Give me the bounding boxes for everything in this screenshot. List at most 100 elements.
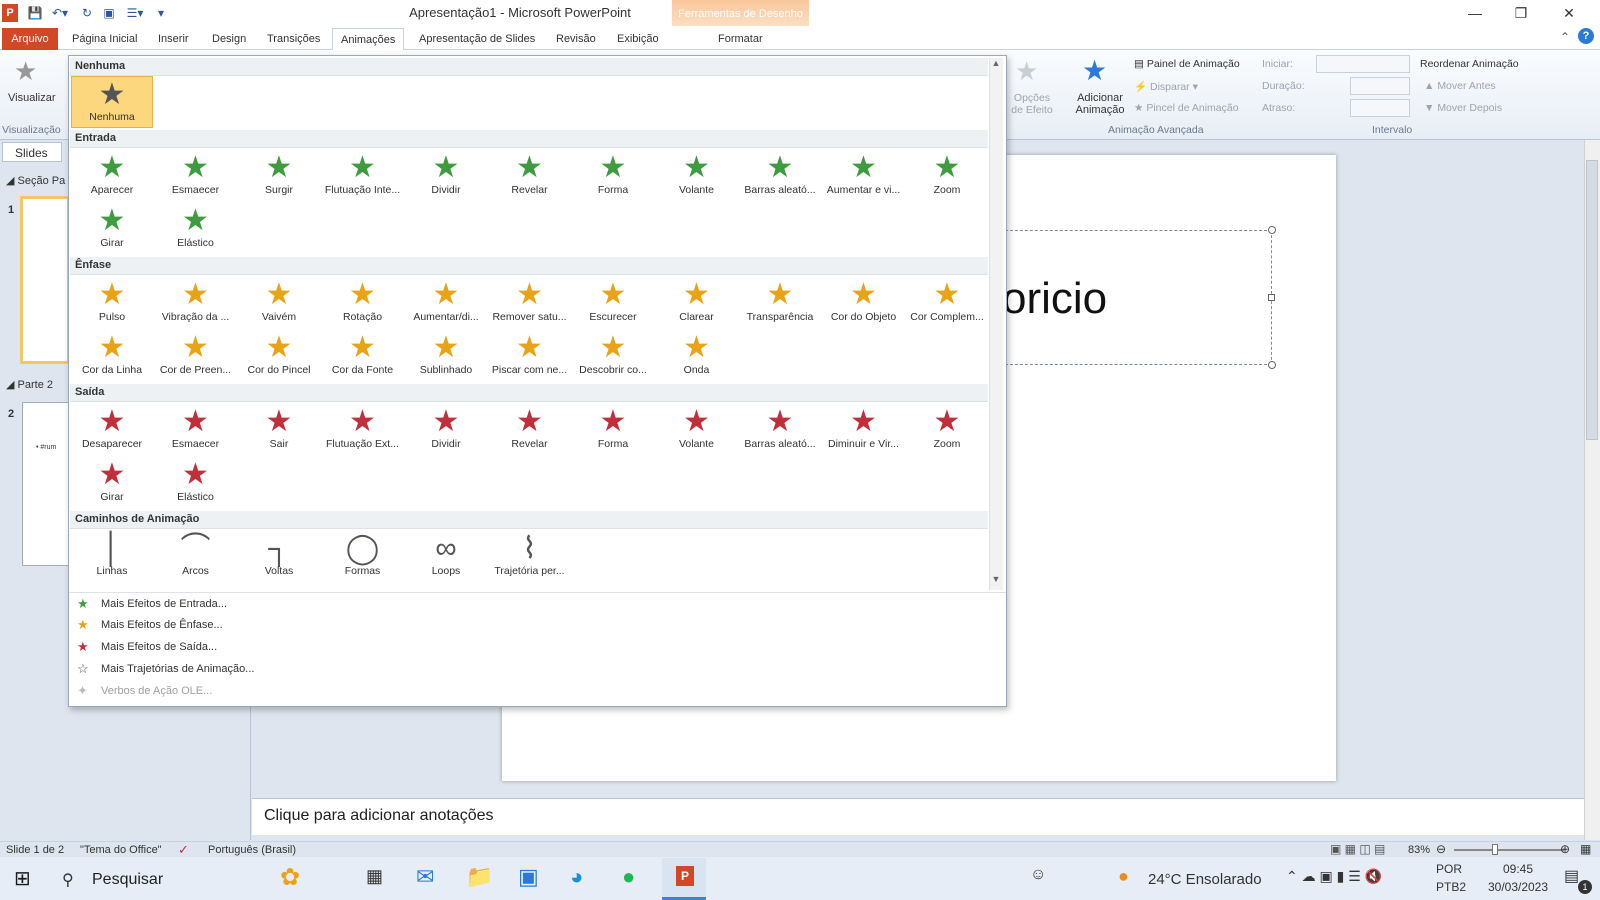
entrance-5[interactable]: ★ Revelar [489, 150, 571, 202]
move-earlier-button[interactable]: ▲ Mover Antes [1424, 80, 1496, 92]
delay-spinner[interactable] [1350, 99, 1410, 117]
animation-painter-button[interactable]: ★ Pincel de Animação [1134, 102, 1239, 114]
slide-thumbnail-2[interactable] [22, 402, 70, 566]
emphasis-9[interactable]: ★ Cor do Objeto [823, 277, 905, 329]
exit-0[interactable]: ★ Desaparecer [71, 404, 153, 456]
path-2[interactable]: ┐ Voltas [238, 531, 320, 583]
emphasis-1[interactable]: ★ Vibração da ... [155, 277, 237, 329]
minimize-icon[interactable]: — [1452, 0, 1498, 26]
entrance-1[interactable]: ★ Esmaecer [155, 150, 237, 202]
entrance-8[interactable]: ★ Barras aleató... [739, 150, 821, 202]
close-icon[interactable]: ✕ [1546, 0, 1592, 26]
people-icon[interactable]: ☺ [1030, 866, 1046, 884]
notes-placeholder[interactable]: Clique para adicionar anotações [252, 798, 1584, 835]
task-view-icon[interactable]: ▦ [366, 866, 383, 887]
trigger-button[interactable]: ⚡ Disparar ▾ [1134, 80, 1198, 93]
entrance-6[interactable]: ★ Forma [572, 150, 654, 202]
file-explorer-icon[interactable]: 📁 [466, 864, 493, 890]
add-animation-button[interactable]: Adicionar Animação [1072, 92, 1128, 116]
path-4[interactable]: ∞ Loops [405, 531, 487, 583]
edge-icon[interactable]: ◕ [570, 864, 583, 890]
mail-icon[interactable]: ✉ [416, 864, 434, 890]
tab-file[interactable]: Arquivo [2, 28, 58, 50]
exit-11[interactable]: ★ Girar [71, 457, 153, 509]
notifications-icon[interactable]: ▤ [1564, 866, 1579, 886]
emphasis-6[interactable]: ★ Escurecer [572, 277, 654, 329]
more-exit-effects[interactable]: ★ Mais Efeitos de Saída... [69, 636, 1006, 658]
resize-handle[interactable] [1268, 294, 1275, 301]
start-dropdown[interactable] [1316, 55, 1410, 73]
search-icon[interactable]: ⚲ [62, 870, 74, 890]
section-header-1[interactable]: ◢ Seção Pa [6, 174, 65, 187]
more-emphasis-effects[interactable]: ★ Mais Efeitos de Ênfase... [69, 614, 1006, 636]
move-later-button[interactable]: ▼ Mover Depois [1424, 102, 1502, 114]
animation-pane-button[interactable]: ▤ Painel de Animação [1134, 58, 1240, 70]
zoom-slider-thumb[interactable] [1492, 844, 1498, 855]
emphasis-12[interactable]: ★ Cor de Preen... [155, 330, 237, 382]
emphasis-0[interactable]: ★ Pulso [71, 277, 153, 329]
tray-icons[interactable]: ⌃ ☁ ▣ ▮ ☰ 🔇 [1286, 868, 1382, 885]
tab-view[interactable]: Exibição [609, 28, 667, 50]
exit-9[interactable]: ★ Diminuir e Vir... [823, 404, 905, 456]
emphasis-13[interactable]: ★ Cor do Pincel [238, 330, 320, 382]
emphasis-3[interactable]: ★ Rotação [322, 277, 404, 329]
section-header-2[interactable]: ◢ Parte 2 [6, 378, 53, 391]
status-theme[interactable]: "Tema do Office" [80, 844, 162, 856]
emphasis-16[interactable]: ★ Piscar com ne... [489, 330, 571, 382]
emphasis-18[interactable]: ★ Onda [656, 330, 738, 382]
zoom-out-icon[interactable]: ⊖ [1436, 842, 1446, 856]
zoom-level[interactable]: 83% [1408, 844, 1430, 856]
entrance-12[interactable]: ★ Elástico [155, 203, 237, 255]
entrance-10[interactable]: ★ Zoom [906, 150, 988, 202]
entrance-11[interactable]: ★ Girar [71, 203, 153, 255]
lang-primary[interactable]: POR [1436, 862, 1462, 876]
more-motion-paths[interactable]: ☆ Mais Trajetórias de Animação... [69, 658, 1006, 680]
help-icon[interactable]: ? [1578, 28, 1594, 44]
exit-10[interactable]: ★ Zoom [906, 404, 988, 456]
tab-slideshow[interactable]: Apresentação de Slides [411, 28, 543, 50]
entrance-2[interactable]: ★ Surgir [238, 150, 320, 202]
tab-review[interactable]: Revisão [548, 28, 604, 50]
exit-5[interactable]: ★ Revelar [489, 404, 571, 456]
spotify-icon[interactable]: ● [622, 864, 635, 890]
emphasis-11[interactable]: ★ Cor da Linha [71, 330, 153, 382]
collapse-ribbon-icon[interactable]: ⌃ [1560, 30, 1570, 44]
exit-4[interactable]: ★ Dividir [405, 404, 487, 456]
entrance-7[interactable]: ★ Volante [656, 150, 738, 202]
effect-options-button[interactable]: Opções de Efeito [1008, 92, 1056, 116]
zoom-slider[interactable] [1454, 849, 1564, 851]
emphasis-10[interactable]: ★ Cor Complem... [906, 277, 988, 329]
emphasis-15[interactable]: ★ Sublinhado [405, 330, 487, 382]
tab-home[interactable]: Página Inicial [64, 28, 145, 50]
more-entrance-effects[interactable]: ★ Mais Efeitos de Entrada... [69, 592, 1006, 614]
scrollbar-thumb[interactable] [1586, 160, 1598, 440]
emphasis-17[interactable]: ★ Descobrir co... [572, 330, 654, 382]
resize-handle[interactable] [1268, 226, 1276, 234]
emphasis-8[interactable]: ★ Transparência [739, 277, 821, 329]
entrance-3[interactable]: ★ Flutuação Inte... [322, 150, 404, 202]
windows-start-icon[interactable]: ⊞ [14, 866, 31, 891]
scroll-down-icon[interactable]: ▼ [989, 574, 1003, 588]
emphasis-4[interactable]: ★ Aumentar/di... [405, 277, 487, 329]
duration-spinner[interactable] [1350, 77, 1410, 95]
taskbar-search[interactable]: Pesquisar [92, 871, 163, 889]
preview-button[interactable]: Visualizar [8, 92, 56, 104]
tab-animations[interactable]: Animações [332, 28, 405, 51]
exit-6[interactable]: ★ Forma [572, 404, 654, 456]
path-1[interactable]: ⌒ Arcos [155, 531, 237, 583]
anim-none[interactable]: ★ Nenhuma [71, 76, 153, 128]
emphasis-5[interactable]: ★ Remover satu... [489, 277, 571, 329]
path-5[interactable]: ⌇ Trajetória per... [489, 531, 571, 583]
emphasis-14[interactable]: ★ Cor da Fonte [322, 330, 404, 382]
status-language[interactable]: Português (Brasil) [208, 844, 296, 856]
store-icon[interactable]: ▣ [518, 864, 539, 890]
gallery-scrollbar[interactable] [989, 58, 1003, 590]
entrance-0[interactable]: ★ Aparecer [71, 150, 153, 202]
restore-icon[interactable]: ❐ [1498, 0, 1544, 26]
fit-window-icon[interactable]: ▦ [1580, 842, 1591, 856]
view-buttons-icon[interactable]: ▣ ▦ ◫ ▤ [1330, 842, 1385, 856]
lang-secondary[interactable]: PTB2 [1436, 880, 1466, 894]
tab-format[interactable]: Formatar [710, 28, 771, 50]
path-0[interactable]: │ Linhas [71, 531, 153, 583]
entrance-9[interactable]: ★ Aumentar e vi... [823, 150, 905, 202]
